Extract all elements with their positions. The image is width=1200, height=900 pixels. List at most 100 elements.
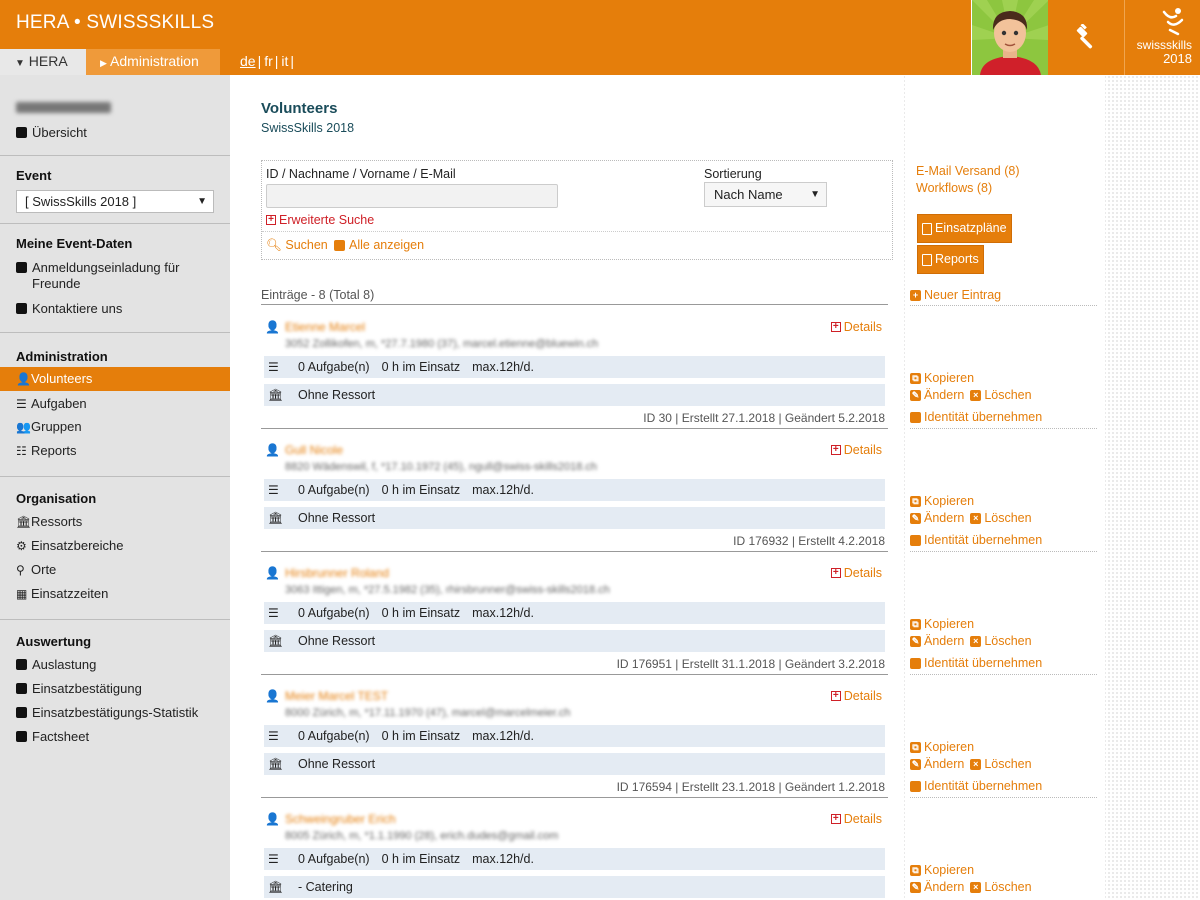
copy-label: Kopieren: [924, 494, 975, 508]
institution-icon: 🏛: [268, 388, 284, 402]
sidebar-item-contact[interactable]: Kontaktiere uns: [16, 301, 230, 317]
user-icon: 👤: [265, 689, 280, 703]
delete-link[interactable]: × Löschen: [970, 511, 1032, 525]
copy-link[interactable]: ⧉ Kopieren: [910, 740, 974, 754]
caret-down-icon: ▼: [810, 189, 820, 200]
volunteer-name-link[interactable]: Hirsbrunner Roland: [285, 566, 389, 580]
caret-right-icon: ▶: [100, 58, 107, 68]
sidebar-item-label: Übersicht: [32, 125, 87, 140]
sidebar-item-uebersicht[interactable]: Übersicht: [16, 125, 230, 141]
delete-link[interactable]: × Löschen: [970, 757, 1032, 771]
nav-hera-menu[interactable]: ▼ HERA: [0, 49, 86, 75]
impersonate-label: Identität übernehmen: [924, 779, 1043, 793]
edit-label: Ändern: [924, 880, 965, 894]
copy-link[interactable]: ⧉ Kopieren: [910, 371, 974, 385]
email-versand-link[interactable]: E-Mail Versand (8): [916, 164, 1020, 178]
volunteer-name-link[interactable]: Meier Marcel TEST: [285, 689, 388, 703]
divider: [910, 428, 1097, 429]
details-label: Details: [843, 566, 882, 580]
show-all-label: Alle anzeigen: [349, 238, 425, 252]
square-bullet-icon: [16, 707, 27, 718]
event-heading: Event: [16, 168, 52, 183]
nav-administration-menu[interactable]: ▶ Administration: [86, 49, 220, 75]
sidebar-item-ressorts[interactable]: 🏛 Ressorts: [16, 514, 230, 530]
impersonate-link[interactable]: Identität übernehmen: [910, 779, 1042, 793]
advanced-search-link[interactable]: + Erweiterte Suche: [266, 213, 374, 227]
volunteer-address: 8000 Zürich, m, *17.11.1970 (47), marcel…: [285, 707, 571, 719]
lang-it-link[interactable]: it: [281, 53, 288, 69]
reports-label: Reports: [935, 252, 979, 266]
search-input[interactable]: [266, 184, 558, 208]
new-entry-label: Neuer Eintrag: [924, 288, 1002, 302]
delete-link[interactable]: × Löschen: [970, 880, 1032, 894]
impersonate-label: Identität übernehmen: [924, 410, 1043, 424]
sidebar-item-label: Orte: [31, 562, 57, 577]
workflows-link[interactable]: Workflows (8): [916, 181, 992, 195]
divider: [0, 619, 230, 620]
divider: [910, 674, 1097, 675]
edit-link[interactable]: ✎ Ändern: [910, 634, 964, 648]
max-hours: max.12h/d.: [472, 729, 534, 743]
impersonate-link[interactable]: Identität übernehmen: [910, 410, 1042, 424]
square-bullet-icon: [16, 262, 27, 273]
details-link[interactable]: + Details: [830, 566, 882, 580]
details-link[interactable]: + Details: [830, 320, 882, 334]
volunteer-name-link[interactable]: Gull Nicole: [285, 443, 343, 457]
einsatzplaene-button[interactable]: Einsatzpläne: [917, 214, 1012, 243]
delete-link[interactable]: × Löschen: [970, 388, 1032, 402]
impersonate-link[interactable]: Identität übernehmen: [910, 533, 1042, 547]
delete-link[interactable]: × Löschen: [970, 634, 1032, 648]
sidebar-item-factsheet[interactable]: Factsheet: [16, 729, 230, 745]
edit-link[interactable]: ✎ Ändern: [910, 388, 964, 402]
copy-link[interactable]: ⧉ Kopieren: [910, 494, 974, 508]
volunteer-name-link[interactable]: Etienne Marcel: [285, 320, 365, 334]
search-button[interactable]: 🔍︎ Suchen: [266, 238, 328, 253]
edit-link[interactable]: ✎ Ändern: [910, 757, 964, 771]
sidebar-item-einsatzbestaetigung[interactable]: Einsatzbestätigung: [16, 681, 230, 697]
sidebar-item-auslastung[interactable]: Auslastung: [16, 657, 230, 673]
details-link[interactable]: + Details: [830, 689, 882, 703]
impersonate-label: Identität übernehmen: [924, 533, 1043, 547]
lang-de-link[interactable]: de: [240, 53, 256, 69]
reports-button[interactable]: Reports: [917, 245, 984, 274]
new-entry-link[interactable]: + Neuer Eintrag: [910, 288, 1001, 302]
copy-link[interactable]: ⧉ Kopieren: [910, 617, 974, 631]
divider: [0, 155, 230, 156]
sidebar-item-gruppen[interactable]: 👥 Gruppen: [16, 419, 230, 435]
details-link[interactable]: + Details: [830, 443, 882, 457]
edit-link[interactable]: ✎ Ändern: [910, 880, 964, 894]
administration-heading: Administration: [16, 349, 108, 364]
sidebar-item-volunteers[interactable]: 👤 Volunteers: [0, 367, 230, 391]
sidebar-item-invite-friends[interactable]: Anmeldungseinladung für Freunde: [16, 260, 196, 292]
sidebar-item-orte[interactable]: ⚲ Orte: [16, 562, 230, 578]
volunteer-entry: 👤 Meier Marcel TEST 8000 Zürich, m, *17.11…: [261, 675, 888, 798]
square-icon: [910, 780, 921, 792]
edit-link[interactable]: ✎ Ändern: [910, 511, 964, 525]
user-avatar[interactable]: [971, 0, 1048, 75]
calendar-icon: ▦: [16, 587, 28, 601]
event-select[interactable]: [ SwissSkills 2018 ] ▼: [16, 190, 214, 213]
sidebar-item-reports[interactable]: ☷ Reports: [16, 443, 230, 459]
details-label: Details: [843, 812, 882, 826]
gavel-icon[interactable]: [1048, 0, 1124, 75]
sidebar-item-einsatzzeiten[interactable]: ▦ Einsatzzeiten: [16, 586, 230, 602]
show-all-button[interactable]: Alle anzeigen: [334, 238, 424, 252]
brand-year: 2018: [1163, 51, 1192, 66]
pencil-icon: ✎: [910, 758, 921, 770]
copy-link[interactable]: ⧉ Kopieren: [910, 863, 974, 877]
lang-fr-link[interactable]: fr: [264, 53, 273, 69]
hours-in-service: 0 h im Einsatz: [381, 729, 461, 743]
details-link[interactable]: + Details: [830, 812, 882, 826]
impersonate-link[interactable]: Identität übernehmen: [910, 656, 1042, 670]
divider: [910, 551, 1097, 552]
caret-down-icon: ▼: [15, 58, 25, 69]
tasks-icon: ☰: [268, 606, 279, 620]
divider: [0, 223, 230, 224]
sort-select[interactable]: Nach Name ▼: [704, 182, 827, 207]
sidebar-item-aufgaben[interactable]: ☰ Aufgaben: [16, 396, 230, 412]
volunteer-name-link[interactable]: Schweingruber Erich: [285, 812, 396, 826]
entries-count: Einträge - 8 (Total 8): [261, 288, 375, 302]
sidebar-item-einsatzbereiche[interactable]: ⚙ Einsatzbereiche: [16, 538, 230, 554]
logo-figure-icon: [1162, 8, 1184, 36]
sidebar-item-einsatzbestaetigungs-statistik[interactable]: Einsatzbestätigungs-Statistik: [16, 705, 230, 721]
